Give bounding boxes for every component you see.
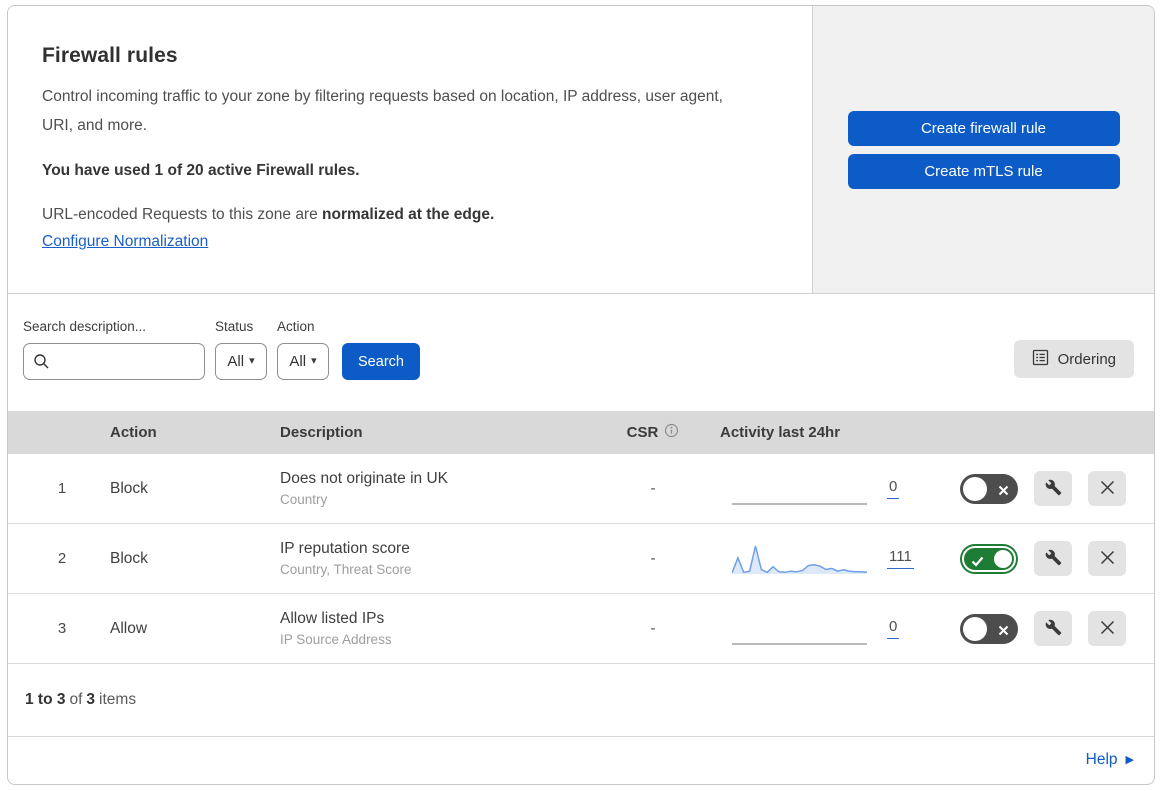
toggle-knob xyxy=(994,549,1012,568)
delete-rule-button[interactable] xyxy=(1088,611,1126,646)
rule-action: Allow xyxy=(110,619,148,637)
help-row: Help ▶ xyxy=(8,737,1154,783)
ordering-icon xyxy=(1032,349,1049,370)
search-button-group: Search xyxy=(339,319,420,380)
column-header-description: Description xyxy=(280,424,363,441)
action-filter-group: Action All ▾ xyxy=(277,319,329,380)
rule-csr-value: - xyxy=(650,550,656,567)
rule-fields: Country xyxy=(280,492,328,507)
search-input[interactable] xyxy=(23,343,205,380)
ordering-button[interactable]: Ordering xyxy=(1013,340,1134,378)
rule-action: Block xyxy=(110,549,148,567)
rule-description: IP reputation score xyxy=(280,540,410,557)
wrench-icon xyxy=(1045,549,1062,569)
toggle-knob xyxy=(963,616,987,641)
normalization-note: URL-encoded Requests to this zone are no… xyxy=(42,206,772,224)
search-label: Search description... xyxy=(23,319,147,334)
column-header-csr: CSR xyxy=(598,423,708,442)
activity-count-link[interactable]: 0 xyxy=(887,478,900,499)
wrench-icon xyxy=(1045,619,1062,639)
close-icon xyxy=(1100,480,1115,498)
ordering-button-label: Ordering xyxy=(1057,350,1116,368)
status-label: Status xyxy=(215,319,254,334)
info-icon[interactable] xyxy=(664,423,679,442)
rule-priority: 1 xyxy=(57,480,67,497)
page-description: Control incoming traffic to your zone by… xyxy=(42,88,723,134)
help-link[interactable]: Help ▶ xyxy=(1086,751,1134,769)
x-icon xyxy=(998,623,1009,641)
rule-csr-value: - xyxy=(650,480,656,497)
close-icon xyxy=(1100,550,1115,568)
rule-description: Allow listed IPs xyxy=(280,610,385,627)
rule-csr-value: - xyxy=(650,620,656,637)
header-section: Firewall rules Control incoming traffic … xyxy=(8,6,1154,294)
table-row: 2 Block IP reputation score Country, Thr… xyxy=(8,524,1154,594)
rule-enabled-toggle[interactable] xyxy=(960,613,1018,644)
rule-fields: Country, Threat Score xyxy=(280,562,412,577)
delete-rule-button[interactable] xyxy=(1088,541,1126,576)
rule-enabled-toggle[interactable] xyxy=(960,473,1018,504)
create-mtls-rule-button[interactable]: Create mTLS rule xyxy=(847,153,1120,189)
usage-note: You have used 1 of 20 active Firewall ru… xyxy=(42,162,360,179)
status-filter-group: Status All ▾ xyxy=(215,319,267,380)
edit-rule-button[interactable] xyxy=(1034,471,1072,506)
check-icon xyxy=(971,554,984,572)
column-header-action: Action xyxy=(110,424,157,441)
activity-count-link[interactable]: 0 xyxy=(887,618,900,639)
activity-sparkline xyxy=(732,642,867,645)
status-select[interactable]: All ▾ xyxy=(215,343,267,380)
arrow-right-icon: ▶ xyxy=(1125,754,1134,766)
delete-rule-button[interactable] xyxy=(1088,471,1126,506)
firewall-rules-card: Firewall rules Control incoming traffic … xyxy=(7,5,1155,785)
x-icon xyxy=(998,483,1009,501)
chevron-down-icon: ▾ xyxy=(311,355,317,367)
wrench-icon xyxy=(1045,479,1062,499)
edit-rule-button[interactable] xyxy=(1034,541,1072,576)
activity-sparkline xyxy=(732,502,867,505)
page-title: Firewall rules xyxy=(42,44,178,67)
table-row: 3 Allow Allow listed IPs IP Source Addre… xyxy=(8,594,1154,664)
close-icon xyxy=(1100,620,1115,638)
rule-enabled-toggle[interactable] xyxy=(962,545,1016,572)
toggle-knob xyxy=(963,476,987,501)
action-select-value: All xyxy=(289,353,307,370)
search-group: Search description... xyxy=(23,319,205,380)
chevron-down-icon: ▾ xyxy=(249,355,255,367)
pagination-summary: 1 to 3 of 3 items xyxy=(8,664,1154,737)
search-button[interactable]: Search xyxy=(342,343,420,380)
edit-rule-button[interactable] xyxy=(1034,611,1072,646)
normalization-note-bold: normalized at the edge. xyxy=(322,206,495,223)
pagination-total: 3 xyxy=(86,691,96,708)
filter-bar: Search description... Status All ▾ Actio… xyxy=(8,294,1154,411)
rule-action: Block xyxy=(110,479,148,497)
action-select[interactable]: All ▾ xyxy=(277,343,329,380)
pagination-range: 1 to 3 xyxy=(25,691,66,708)
activity-sparkline xyxy=(732,545,867,574)
action-label: Action xyxy=(277,319,315,334)
normalization-note-text: URL-encoded Requests to this zone are xyxy=(42,206,323,223)
rule-fields: IP Source Address xyxy=(280,632,392,647)
create-firewall-rule-button[interactable]: Create firewall rule xyxy=(847,110,1120,146)
rule-priority: 2 xyxy=(57,550,67,567)
actions-panel: Create firewall rule Create mTLS rule xyxy=(812,6,1154,293)
header-text-block: Firewall rules Control incoming traffic … xyxy=(8,6,812,293)
activity-count-link[interactable]: 111 xyxy=(887,548,914,569)
column-header-activity: Activity last 24hr xyxy=(720,424,841,441)
table-row: 1 Block Does not originate in UK Country… xyxy=(8,454,1154,524)
rule-description: Does not originate in UK xyxy=(280,470,449,487)
configure-normalization-link[interactable]: Configure Normalization xyxy=(42,233,208,251)
table-header-row: Action Description CSR Activity last 24h… xyxy=(8,411,1154,454)
rule-priority: 3 xyxy=(57,620,67,637)
status-select-value: All xyxy=(227,353,245,370)
